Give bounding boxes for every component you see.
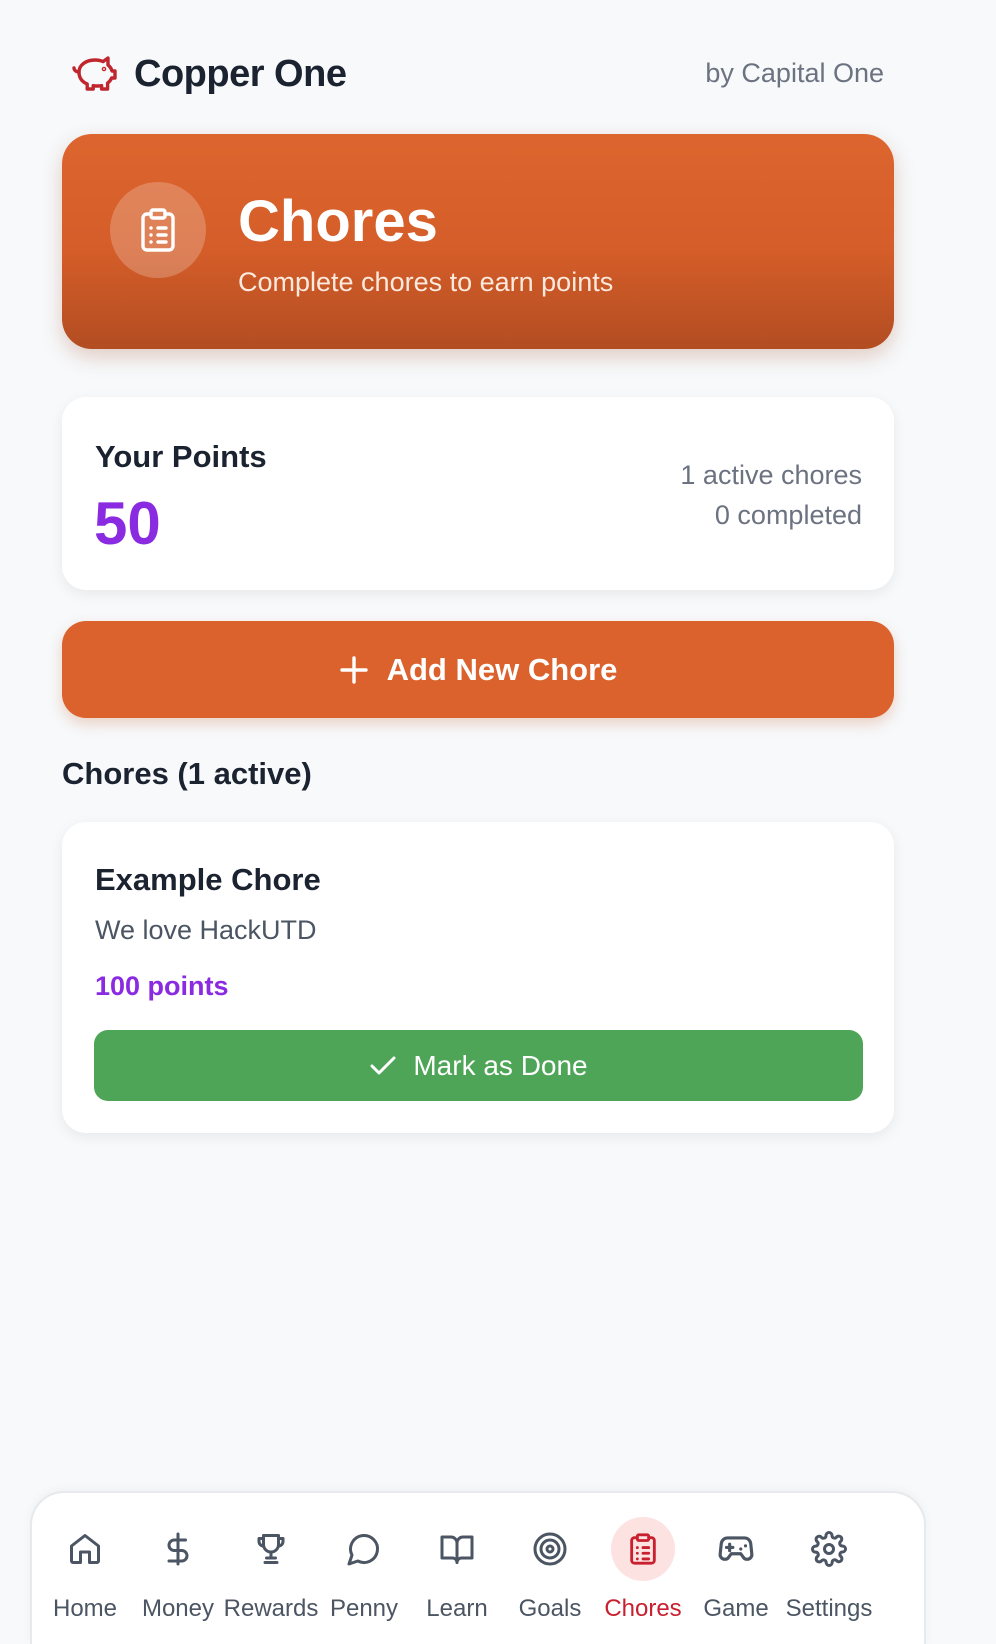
nav-label-learn: Learn bbox=[426, 1595, 488, 1622]
chores-page: Copper One by Capital One Chores Complet… bbox=[0, 0, 996, 1644]
nav-item-game[interactable]: Game bbox=[687, 1517, 785, 1627]
nav-label-penny: Penny bbox=[329, 1595, 399, 1622]
points-label: Your Points bbox=[95, 439, 267, 474]
gear-icon bbox=[797, 1517, 861, 1581]
nav-item-penny[interactable]: Penny bbox=[315, 1517, 413, 1627]
nav-item-settings[interactable]: Settings bbox=[780, 1517, 878, 1627]
gamepad-icon bbox=[704, 1517, 768, 1581]
chore-description: We love HackUTD bbox=[95, 915, 317, 945]
completed-chores-count: 0 completed bbox=[714, 500, 862, 530]
active-chores-count: 1 active chores bbox=[680, 460, 862, 490]
nav-label-home: Home bbox=[52, 1595, 118, 1622]
check-icon bbox=[369, 1055, 397, 1077]
nav-item-home[interactable]: Home bbox=[36, 1517, 134, 1627]
piggy-bank-icon bbox=[70, 50, 118, 98]
nav-item-goals[interactable]: Goals bbox=[501, 1517, 599, 1627]
nav-item-rewards[interactable]: Rewards bbox=[222, 1517, 320, 1627]
trophy-icon bbox=[239, 1517, 303, 1581]
nav-item-chores[interactable]: Chores bbox=[594, 1517, 692, 1627]
clipboard-icon bbox=[611, 1517, 675, 1581]
nav-label-money: Money bbox=[141, 1595, 215, 1622]
hero-subtitle: Complete chores to earn points bbox=[238, 267, 614, 297]
nav-label-game: Game bbox=[703, 1595, 769, 1622]
chat-bubble-icon bbox=[332, 1517, 396, 1581]
chores-section-title: Chores (1 active) bbox=[62, 756, 312, 791]
book-icon bbox=[425, 1517, 489, 1581]
plus-icon bbox=[339, 655, 369, 685]
nav-label-rewards: Rewards bbox=[223, 1595, 319, 1622]
mark-as-done-label: Mark as Done bbox=[413, 1049, 588, 1081]
nav-item-learn[interactable]: Learn bbox=[408, 1517, 506, 1627]
add-new-chore-label: Add New Chore bbox=[386, 651, 618, 687]
home-icon bbox=[53, 1517, 117, 1581]
nav-label-goals: Goals bbox=[518, 1595, 582, 1622]
clipboard-icon bbox=[110, 182, 206, 278]
points-card: Your Points 50 1 active chores 0 complet… bbox=[62, 397, 894, 590]
hero-title: Chores bbox=[238, 189, 438, 254]
nav-item-money[interactable]: Money bbox=[129, 1517, 227, 1627]
app-name: Copper One bbox=[134, 52, 347, 95]
chore-name: Example Chore bbox=[95, 862, 321, 897]
chore-card: Example Chore We love HackUTD 100 points… bbox=[62, 822, 894, 1133]
by-line: by Capital One bbox=[705, 58, 884, 88]
points-value: 50 bbox=[94, 490, 161, 557]
brand[interactable]: Copper One bbox=[70, 50, 347, 98]
nav-label-settings: Settings bbox=[785, 1595, 873, 1622]
chores-hero-card: Chores Complete chores to earn points bbox=[62, 134, 894, 349]
nav-label-chores: Chores bbox=[604, 1595, 682, 1622]
chore-points: 100 points bbox=[95, 971, 229, 1001]
top-bar: Copper One by Capital One bbox=[0, 0, 996, 140]
mark-as-done-button[interactable]: Mark as Done bbox=[94, 1030, 863, 1101]
bottom-nav: Home Money Rewards Penny Learn Goals Cho… bbox=[30, 1491, 926, 1644]
target-icon bbox=[518, 1517, 582, 1581]
dollar-icon bbox=[146, 1517, 210, 1581]
add-new-chore-button[interactable]: Add New Chore bbox=[62, 621, 894, 718]
chore-stats: 1 active chores 0 completed bbox=[680, 455, 862, 535]
